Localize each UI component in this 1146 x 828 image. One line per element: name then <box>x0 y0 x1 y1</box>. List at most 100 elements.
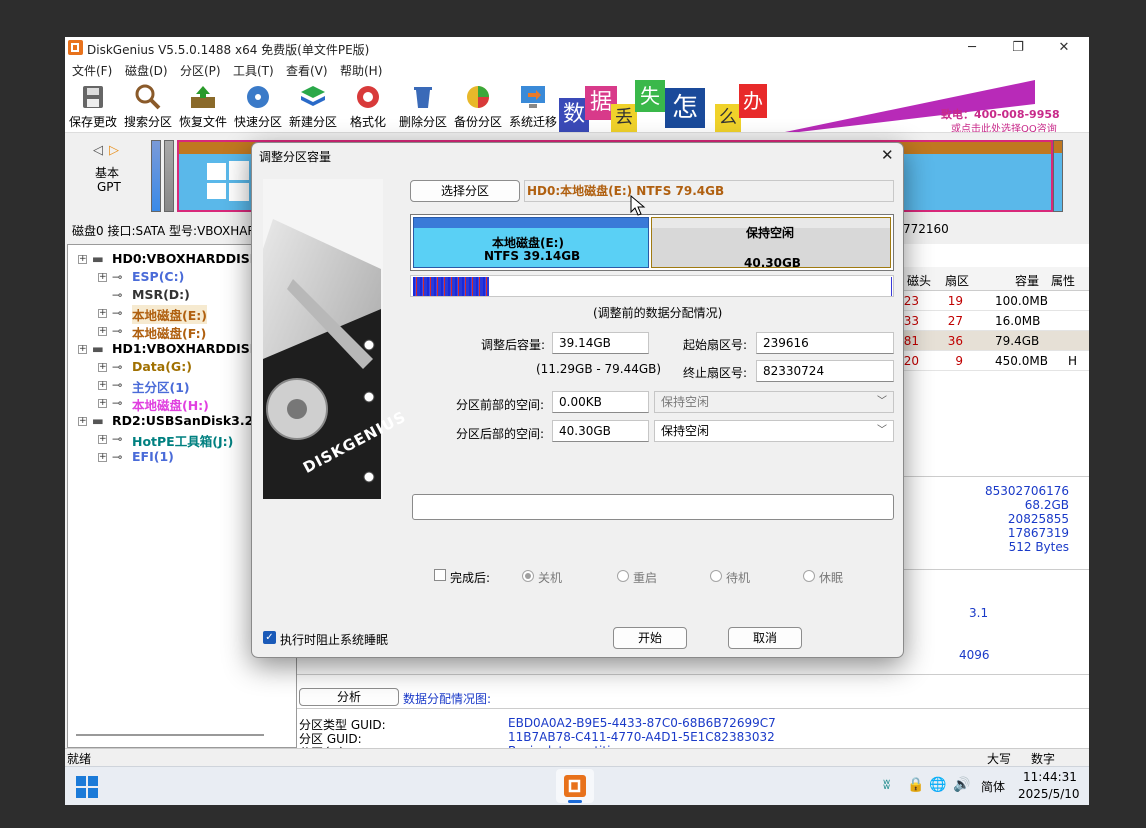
table-cell: 16.0MB <box>995 314 1041 328</box>
new-size-input[interactable]: 39.14GB <box>552 332 649 354</box>
tree-scrollbar[interactable] <box>76 734 264 736</box>
tree-expander[interactable]: + <box>98 399 107 408</box>
cluster-size: 4096 <box>959 648 990 662</box>
menu-partition[interactable]: 分区(P) <box>180 62 221 79</box>
recover-icon <box>191 86 215 108</box>
partition-icon: ⊸ <box>112 287 123 302</box>
tree-item[interactable]: ESP(C:) <box>132 269 184 284</box>
space-before-input[interactable]: 0.00KB <box>552 391 649 413</box>
prev-disk-icon[interactable]: ◁ <box>93 143 103 158</box>
ad-banner[interactable]: 数 据 丢 失 怎 么 办 DiskGenius 团队为您服务 致电：400-0… <box>559 80 1059 132</box>
chevron-down-icon: ﹀ <box>877 425 887 436</box>
clock-date[interactable]: 2025/5/10 <box>1018 787 1080 801</box>
tree-item[interactable]: HotPE工具箱(J:) <box>132 431 233 450</box>
tree-item[interactable]: 本地磁盘(H:) <box>132 395 209 414</box>
segment-free-size: 40.30GB <box>744 256 801 270</box>
tree-item[interactable]: 本地磁盘(F:) <box>132 323 206 342</box>
disk-icon: ▬ <box>92 413 104 428</box>
progress-bar <box>412 494 894 520</box>
maximize-button[interactable]: ❐ <box>995 37 1041 59</box>
system-migration-button[interactable]: 系统迁移 <box>505 81 561 131</box>
menu-view[interactable]: 查看(V) <box>286 62 328 79</box>
analyze-button[interactable]: 分析 <box>299 688 399 706</box>
tree-item[interactable]: 本地磁盘(E:) <box>132 305 207 324</box>
space-after-select[interactable]: 保持空闲 ﹀ <box>654 420 894 442</box>
tree-expander[interactable]: + <box>98 381 107 390</box>
after-complete-checkbox[interactable] <box>434 569 446 581</box>
tree-item[interactable]: Data(G:) <box>132 359 192 374</box>
start-icon[interactable] <box>76 776 98 798</box>
tree-expander[interactable]: + <box>98 435 107 444</box>
end-marker <box>891 277 892 296</box>
prevent-sleep-checkbox[interactable]: ✓ <box>263 631 276 644</box>
new-partition-button[interactable]: 新建分区 <box>285 81 341 131</box>
tree-expander[interactable]: + <box>98 273 107 282</box>
radio-standby-label: 待机 <box>726 571 751 585</box>
space-after-input[interactable]: 40.30GB <box>552 420 649 442</box>
volume-icon[interactable]: 🔊 <box>953 777 970 793</box>
tree-item[interactable]: 主分区(1) <box>132 377 190 396</box>
tree-expander[interactable]: + <box>78 345 87 354</box>
close-window-button[interactable]: ✕ <box>1041 37 1087 59</box>
backup-partition-button[interactable]: 备份分区 <box>450 81 506 131</box>
table-cell: 9 <box>955 354 963 368</box>
end-sector-input[interactable]: 82330724 <box>756 360 894 382</box>
cancel-button[interactable]: 取消 <box>728 627 802 649</box>
partition-icon: ⊸ <box>112 431 123 446</box>
menu-bar: 文件(F) 磁盘(D) 分区(P) 工具(T) 查看(V) 帮助(H) <box>65 59 1089 79</box>
dialog-title: 调整分区容量 <box>259 150 332 164</box>
menu-tools[interactable]: 工具(T) <box>233 62 274 79</box>
delete-partition-button[interactable]: 删除分区 <box>395 81 451 131</box>
tree-expander[interactable]: + <box>98 363 107 372</box>
quick-partition-icon <box>247 86 269 108</box>
table-cell: 79.4GB <box>995 334 1040 348</box>
start-button[interactable]: 开始 <box>613 627 687 649</box>
input-language[interactable]: 简体 <box>981 778 1005 795</box>
globe-icon[interactable]: 🌐 <box>929 777 946 793</box>
table-cell: 27 <box>947 314 963 328</box>
divider <box>297 708 1089 709</box>
clock-time[interactable]: 11:44:31 <box>1023 770 1077 784</box>
search-partition-button[interactable]: 搜索分区 <box>120 81 176 131</box>
menu-disk[interactable]: 磁盘(D) <box>125 62 168 79</box>
partition-block-msr[interactable] <box>164 140 174 212</box>
network-icon[interactable]: ʬ <box>883 777 890 793</box>
disk-icon: ▬ <box>92 251 104 266</box>
tree-expander[interactable]: + <box>98 309 107 318</box>
tree-item[interactable]: HD1:VBOXHARDDISK <box>112 341 259 356</box>
partition-block-esp[interactable] <box>151 140 161 212</box>
diskgenius-icon <box>564 775 586 797</box>
select-partition-button[interactable]: 选择分区 <box>410 180 520 202</box>
tree-item[interactable]: MSR(D:) <box>132 287 190 302</box>
col-heads: 磁头 <box>907 274 932 288</box>
lock-icon[interactable]: 🔒 <box>907 777 924 793</box>
banner-char: 丢 <box>611 104 637 132</box>
tree-item[interactable]: EFI(1) <box>132 449 174 464</box>
quick-partition-button[interactable]: 快速分区 <box>230 81 286 131</box>
radio-restart <box>617 570 629 582</box>
save-changes-button[interactable]: 保存更改 <box>65 81 121 131</box>
banner-qq[interactable]: 或点击此处选择QQ咨询 <box>951 120 1057 132</box>
format-button[interactable]: 格式化 <box>340 81 396 131</box>
tree-expander[interactable]: + <box>78 417 87 426</box>
taskbar-app-diskgenius[interactable] <box>556 769 594 803</box>
partition-segment-free[interactable]: 保持空闲 40.30GB <box>651 217 891 270</box>
tree-item[interactable]: RD2:USBSanDisk3.2G <box>112 413 264 428</box>
menu-file[interactable]: 文件(F) <box>72 62 112 79</box>
after-complete-label: 完成后: <box>450 571 491 585</box>
minimize-button[interactable]: ─ <box>949 37 995 59</box>
start-sector-input[interactable]: 239616 <box>756 332 894 354</box>
recover-files-button[interactable]: 恢复文件 <box>175 81 231 131</box>
dialog-close-button[interactable]: ✕ <box>881 146 894 164</box>
tree-item[interactable]: HD0:VBOXHARDDISK <box>112 251 259 266</box>
tree-expander[interactable]: + <box>98 327 107 336</box>
partition-block-f[interactable] <box>1053 140 1063 212</box>
partition-segment-e[interactable]: 本地磁盘(E:) NTFS 39.14GB <box>413 217 649 268</box>
tree-expander[interactable]: + <box>98 453 107 462</box>
next-disk-icon[interactable]: ▷ <box>109 143 119 158</box>
disk-free-space: 68.2GB <box>1024 498 1069 512</box>
menu-help[interactable]: 帮助(H) <box>340 62 382 79</box>
space-before-select-value: 保持空闲 <box>661 395 710 409</box>
tree-expander[interactable]: + <box>78 255 87 264</box>
window-title: DiskGenius V5.5.0.1488 x64 免费版(单文件PE版) <box>87 43 370 57</box>
